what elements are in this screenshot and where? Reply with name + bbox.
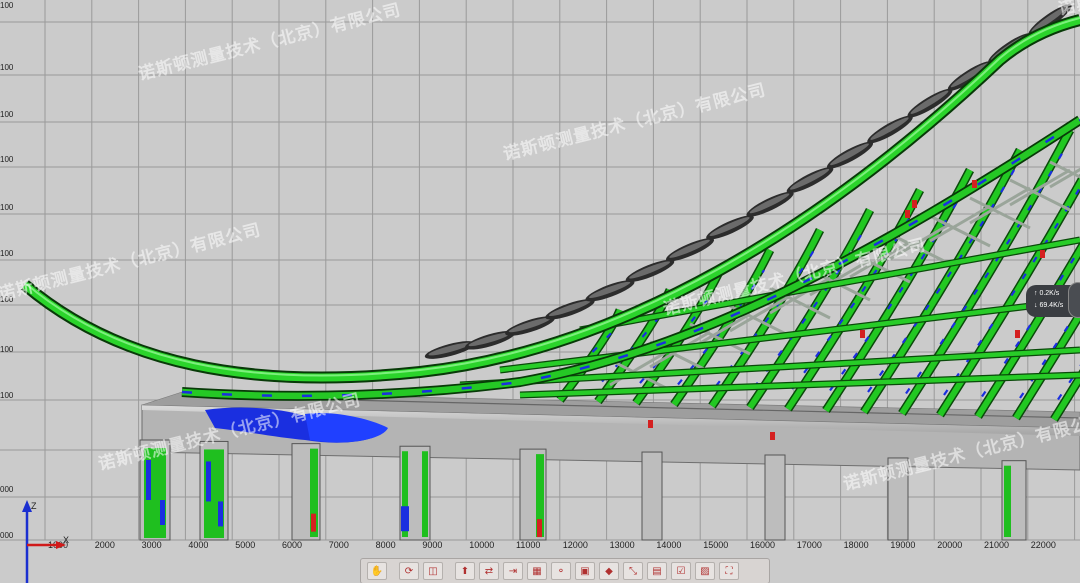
y-tick-label: 000 [0, 485, 14, 494]
toolbar-cube-button[interactable]: ◆ [599, 562, 619, 580]
x-tick-label: 20000 [937, 540, 962, 550]
toolbar-rotate-button[interactable]: ⟳ [399, 562, 419, 580]
grid-icon: ▦ [532, 565, 542, 577]
y-axis-labels: 100100100100100100100100100000000 [0, 1, 14, 540]
x-tick-label: 15000 [703, 540, 728, 550]
x-tick-label: 17000 [797, 540, 822, 550]
view-toolbar: ✋ ⟳ ◫ ⬆ ⇄ ⇥ ▦ ⚬ ▣ ◆ ⤡ ▤ ☑ ▨ ⛶ [360, 558, 770, 583]
point-cloud-scene: 100100100100100100100100100000000 诺斯顿测量技… [0, 0, 1080, 583]
x-tick-label: 19000 [890, 540, 915, 550]
watermark-text: 诺斯顿测量技术（北京）有限公司 [0, 219, 263, 305]
frame-icon: ▣ [580, 565, 590, 577]
y-tick-label: 100 [0, 155, 14, 164]
toolbar-hand-button[interactable]: ✋ [367, 562, 387, 580]
diagonal-icon: ⤡ [629, 565, 637, 577]
x-tick-label: 2000 [95, 540, 115, 550]
x-tick-label: 22000 [1031, 540, 1056, 550]
x-tick-label: 21000 [984, 540, 1009, 550]
x-tick-label: 12000 [563, 540, 588, 550]
pier [764, 454, 786, 541]
x-tick-label: 6000 [282, 540, 302, 550]
image-icon: ▨ [700, 565, 710, 577]
x-tick-label: 4000 [188, 540, 208, 550]
toolbar-split-button[interactable]: ◫ [423, 562, 443, 580]
arch-rib [1050, 369, 1080, 422]
y-tick-label: 100 [0, 391, 14, 400]
toolbar-node-button[interactable]: ⚬ [551, 562, 571, 580]
toolbar-grid-button[interactable]: ▦ [527, 562, 547, 580]
layers-icon: ▤ [652, 565, 662, 577]
hand-icon: ✋ [370, 565, 384, 577]
y-tick-label: 100 [0, 110, 14, 119]
x-tick-label: 16000 [750, 540, 775, 550]
x-tick-label: 13000 [610, 540, 635, 550]
toolbar-arrow-button[interactable]: ⇄ [479, 562, 499, 580]
x-tick-label: 3000 [142, 540, 162, 550]
measure-icon: ⇥ [508, 565, 518, 577]
x-tick-label: 7000 [329, 540, 349, 550]
triad-x-label: X [63, 535, 69, 545]
speed-widget-handle[interactable] [1068, 282, 1080, 318]
toolbar-diagonal-button[interactable]: ⤡ [623, 562, 643, 580]
x-tick-label: 11000 [516, 540, 540, 550]
toolbar-check-button[interactable]: ☑ [671, 562, 691, 580]
y-tick-label: 100 [0, 249, 14, 258]
node-icon: ⚬ [556, 565, 566, 577]
rotate-icon: ⟳ [404, 565, 414, 577]
expand-icon: ⛶ [725, 565, 733, 577]
toolbar-image-button[interactable]: ▨ [695, 562, 715, 580]
x-tick-label: 9000 [422, 540, 442, 550]
toolbar-frame-button[interactable]: ▣ [575, 562, 595, 580]
x-tick-label: 18000 [844, 540, 869, 550]
pier [641, 451, 663, 541]
split-icon: ◫ [428, 565, 438, 577]
x-tick-label: 8000 [376, 540, 396, 550]
cube-icon: ◆ [605, 565, 613, 577]
y-tick-label: 100 [0, 345, 14, 354]
x-tick-label: 5000 [235, 540, 255, 550]
y-tick-label: 100 [0, 203, 14, 212]
arrow-icon: ⇄ [484, 565, 494, 577]
pin-icon: ⬆ [460, 565, 470, 577]
toolbar-layers-button[interactable]: ▤ [647, 562, 667, 580]
toolbar-measure-button[interactable]: ⇥ [503, 562, 523, 580]
y-tick-label: 100 [0, 63, 14, 72]
3d-viewport[interactable]: 100 100 100 100 100 100 100 100 100 000 000 诺斯顿测量技… [0, 0, 1080, 583]
x-tick-label: 10000 [469, 540, 494, 550]
y-tick-label: 100 [0, 1, 14, 10]
x-axis-labels: 1000200030004000500060007000800090001000… [48, 540, 1056, 550]
check-icon: ☑ [676, 565, 686, 577]
y-tick-label: 000 [0, 531, 14, 540]
triad-z-label: Z [31, 501, 37, 511]
watermark-text: 诺斯顿测量技术（北京）有限公司 [136, 0, 403, 85]
x-tick-label: 14000 [656, 540, 681, 550]
toolbar-pin-button[interactable]: ⬆ [455, 562, 475, 580]
toolbar-expand-button[interactable]: ⛶ [719, 562, 739, 580]
